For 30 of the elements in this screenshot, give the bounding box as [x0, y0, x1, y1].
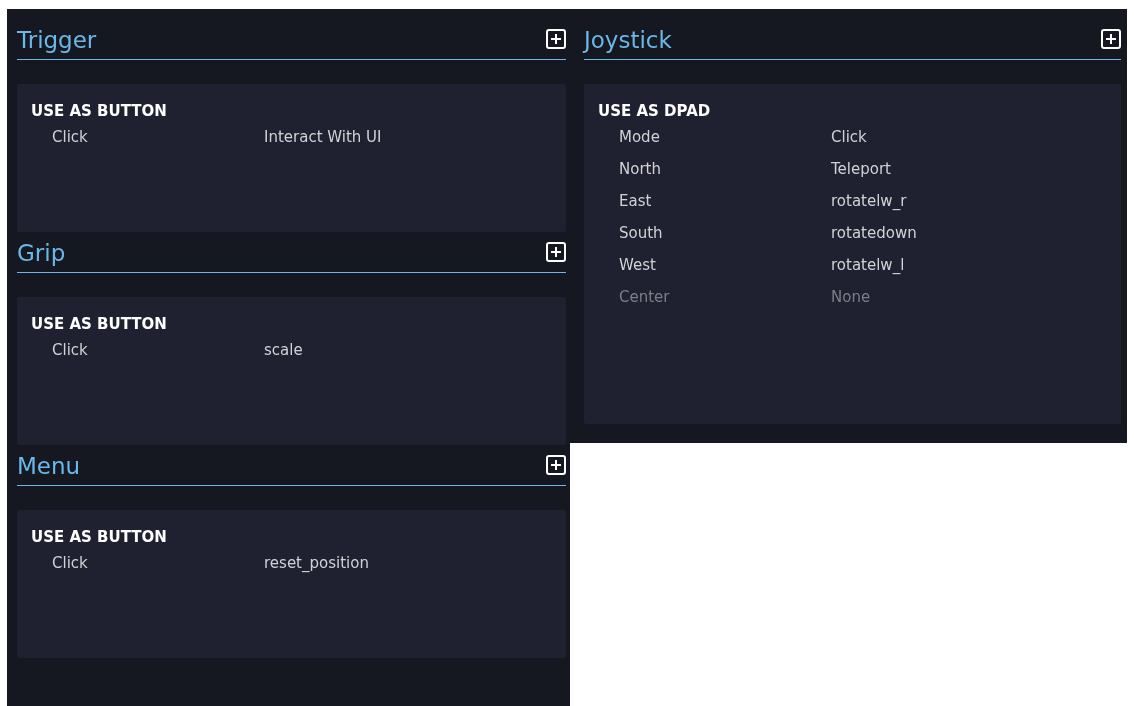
binding-label: North	[619, 159, 662, 180]
add-button[interactable]	[546, 242, 566, 262]
binding-value: rotatelw_r	[831, 191, 907, 212]
add-button[interactable]	[1101, 29, 1121, 49]
binding-label: Click	[52, 127, 89, 148]
binding-value: reset_position	[264, 553, 369, 574]
binding-value: Click	[831, 127, 867, 148]
add-button[interactable]	[546, 455, 566, 475]
binding-label: Center	[619, 287, 671, 308]
binding-value: Teleport	[831, 159, 891, 180]
binding-label: South	[619, 223, 664, 244]
group-heading: USE AS DPAD	[598, 101, 712, 122]
section-title: Trigger	[17, 26, 97, 55]
binding-label: West	[619, 255, 657, 276]
section-title: Joystick	[584, 26, 672, 55]
binding-value: scale	[264, 340, 303, 361]
binding-value: None	[831, 287, 871, 308]
group-heading: USE AS BUTTON	[31, 314, 168, 335]
binding-value: Interact With UI	[264, 127, 382, 148]
binding-label: Mode	[619, 127, 661, 148]
group-heading: USE AS BUTTON	[31, 101, 168, 122]
section-title: Grip	[17, 239, 66, 268]
group-heading: USE AS BUTTON	[31, 527, 168, 548]
binding-value: rotatedown	[831, 223, 917, 244]
binding-label: East	[619, 191, 653, 212]
binding-value: rotatelw_l	[831, 255, 905, 276]
binding-label: Click	[52, 340, 89, 361]
add-button[interactable]	[546, 29, 566, 49]
section-title: Menu	[17, 452, 81, 481]
binding-label: Click	[52, 553, 89, 574]
